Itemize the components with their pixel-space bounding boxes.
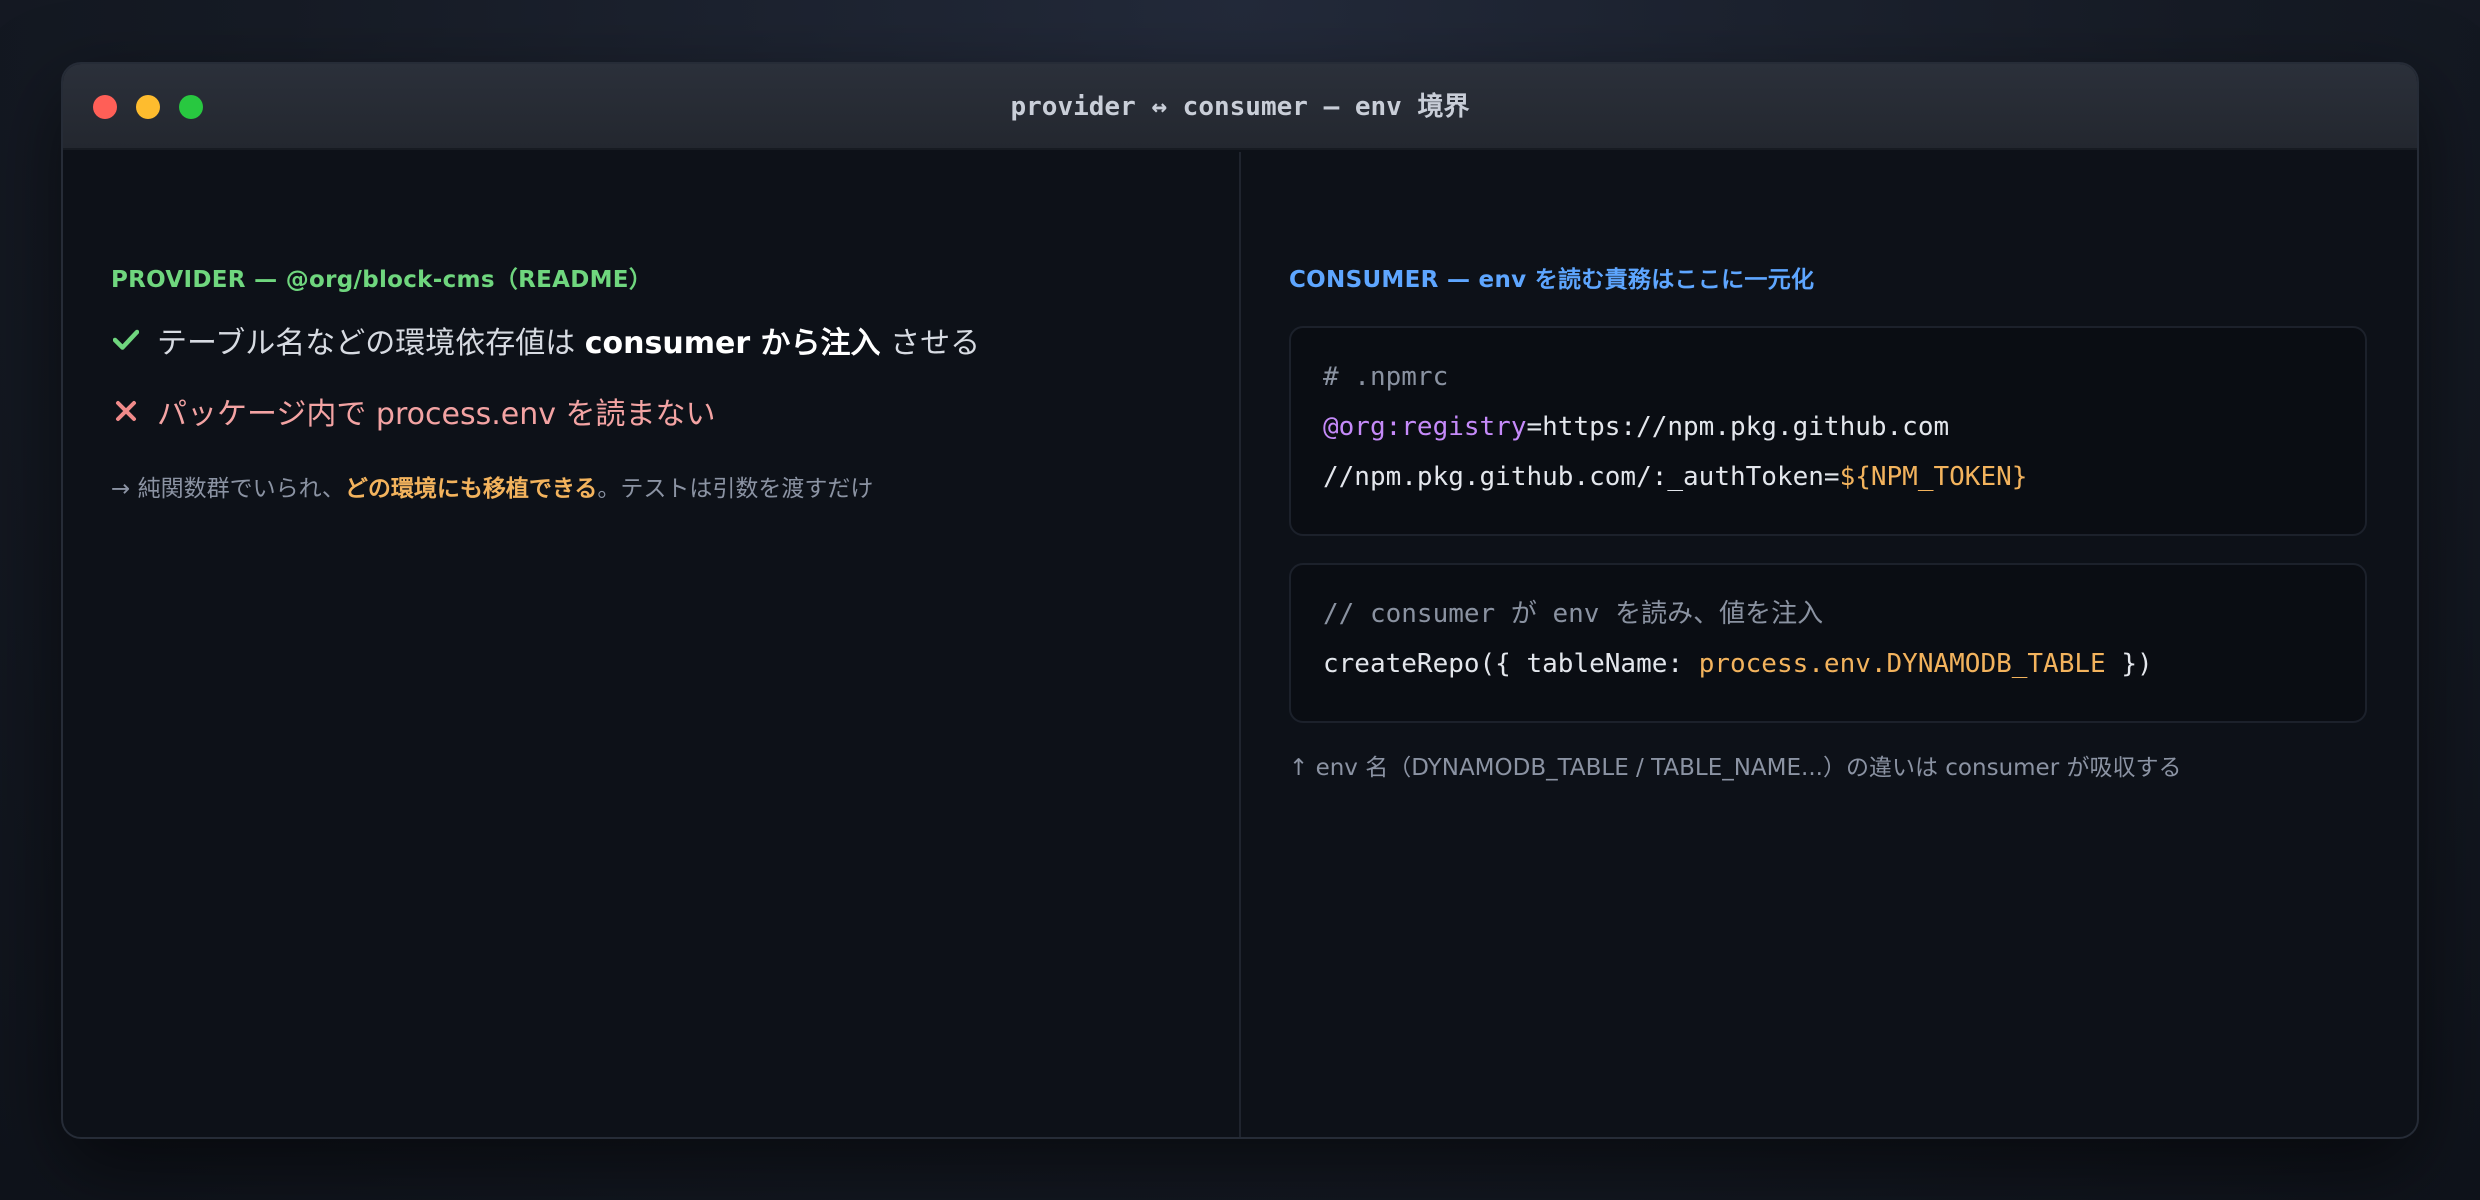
code-comment: # .npmrc xyxy=(1323,362,1449,392)
split-view: PROVIDER — @org/block-cms（README） テーブル名な… xyxy=(63,152,2417,1137)
check-icon xyxy=(111,325,141,355)
window-title: provider ↔ consumer — env 境界 xyxy=(1010,92,1470,122)
provider-heading: PROVIDER — @org/block-cms（README） xyxy=(111,267,653,293)
npmrc-code-block: # .npmrc @org:registry=https://npm.pkg.g… xyxy=(1289,326,2367,536)
code-line-auth: //npm.pkg.github.com/:_authToken=${NPM_T… xyxy=(1323,462,2028,492)
consumer-heading: CONSUMER — env を読む責務はここに一元化 xyxy=(1289,267,1815,293)
provider-note: → 純関数群でいられ、どの環境にも移植できる。テストは引数を渡すだけ xyxy=(111,476,874,502)
usage-code-block: // consumer が env を読み、値を注入 createRepo({ … xyxy=(1289,563,2367,723)
consumer-pane: CONSUMER — env を読む責務はここに一元化 # .npmrc @or… xyxy=(1241,152,2417,1137)
consumer-caption: ↑ env 名（DYNAMODB_TABLE / TABLE_NAME...）の… xyxy=(1289,755,2182,781)
code-line-call: createRepo({ tableName: process.env.DYNA… xyxy=(1323,649,2153,679)
title-bar: provider ↔ consumer — env 境界 xyxy=(63,64,2417,150)
do-rule: テーブル名などの環境依存値は consumer から注入 させる xyxy=(111,318,980,362)
cross-icon xyxy=(111,396,141,426)
note-highlight: どの環境にも移植できる xyxy=(344,476,598,502)
app-window: provider ↔ consumer — env 境界 PROVIDER — … xyxy=(61,62,2419,1139)
dont-rule-text: パッケージ内で process.env を読まない xyxy=(157,397,716,432)
provider-pane: PROVIDER — @org/block-cms（README） テーブル名な… xyxy=(63,152,1241,1137)
code-line-registry: @org:registry=https://npm.pkg.github.com xyxy=(1323,412,1950,442)
dont-rule: パッケージ内で process.env を読まない xyxy=(111,389,716,433)
do-rule-emphasis: consumer から注入 xyxy=(584,326,881,361)
code-comment: // consumer が env を読み、値を注入 xyxy=(1323,599,1824,629)
do-rule-text: テーブル名などの環境依存値は consumer から注入 させる xyxy=(157,326,981,361)
